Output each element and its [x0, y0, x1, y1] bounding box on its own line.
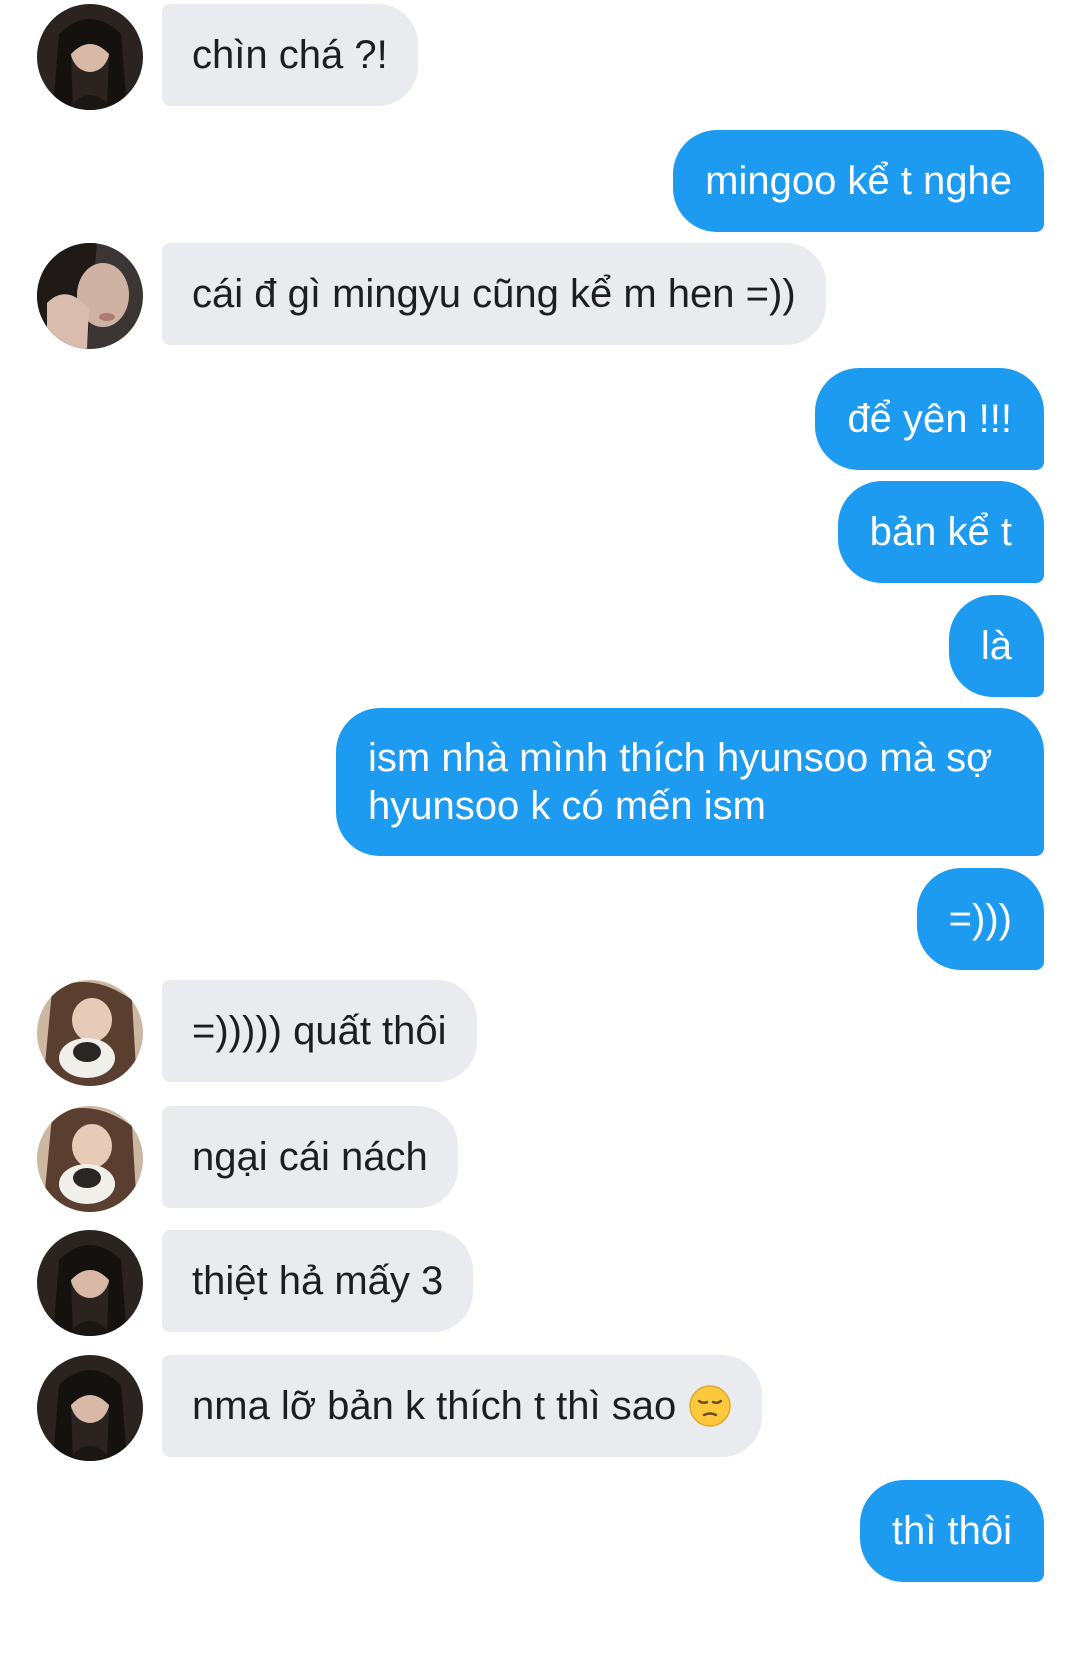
message-bubble-incoming[interactable]: cái đ gì mingyu cũng kể m hen =)): [162, 243, 826, 345]
message-bubble-outgoing[interactable]: thì thôi: [859, 1480, 1044, 1582]
avatar[interactable]: [37, 1355, 143, 1461]
message-bubble-outgoing[interactable]: =))): [916, 868, 1044, 970]
pensive-face-icon: [688, 1384, 732, 1428]
message-bubble-outgoing[interactable]: để yên !!!: [815, 368, 1044, 470]
profile-photo-icon: [37, 980, 143, 1086]
message-text: =))))) quất thôi: [192, 1009, 447, 1053]
message-text: thì thôi: [891, 1509, 1012, 1553]
message-text: ngại cái nách: [192, 1135, 428, 1179]
profile-photo-icon: [37, 243, 143, 349]
chat-thread: chìn chá ?! mingoo kể t nghe cái đ gì mi…: [0, 0, 1080, 1659]
message-bubble-outgoing[interactable]: bản kể t: [837, 481, 1044, 583]
avatar[interactable]: [37, 1106, 143, 1212]
avatar[interactable]: [37, 243, 143, 349]
profile-photo-icon: [37, 1230, 143, 1336]
avatar[interactable]: [37, 980, 143, 1086]
message-bubble-outgoing[interactable]: ism nhà mình thích hyunsoo mà sợ hyunsoo…: [336, 708, 1044, 856]
message-text: để yên !!!: [847, 397, 1012, 441]
message-text: =))): [948, 897, 1012, 941]
message-bubble-incoming[interactable]: =))))) quất thôi: [162, 980, 477, 1082]
message-text: thiệt hả mấy 3: [192, 1259, 444, 1303]
message-text: nma lỡ bản k thích t thì sao: [192, 1384, 677, 1428]
message-bubble-incoming[interactable]: ngại cái nách: [162, 1106, 458, 1208]
avatar[interactable]: [37, 1230, 143, 1336]
message-text: cái đ gì mingyu cũng kể m hen =)): [192, 272, 796, 316]
message-bubble-incoming[interactable]: thiệt hả mấy 3: [162, 1230, 474, 1332]
message-text: chìn chá ?!: [192, 33, 388, 77]
profile-photo-icon: [37, 4, 143, 110]
message-text: ism nhà mình thích hyunsoo mà sợ hyunsoo…: [368, 736, 993, 828]
profile-photo-icon: [37, 1355, 143, 1461]
message-text: là: [980, 624, 1012, 668]
avatar[interactable]: [37, 4, 143, 110]
message-bubble-incoming[interactable]: nma lỡ bản k thích t thì sao: [162, 1355, 763, 1457]
message-text: mingoo kể t nghe: [705, 159, 1012, 203]
message-bubble-outgoing[interactable]: là: [948, 595, 1044, 697]
message-bubble-outgoing[interactable]: mingoo kể t nghe: [673, 130, 1044, 232]
profile-photo-icon: [37, 1106, 143, 1212]
message-bubble-incoming[interactable]: chìn chá ?!: [162, 4, 418, 106]
message-text: bản kể t: [869, 510, 1012, 554]
